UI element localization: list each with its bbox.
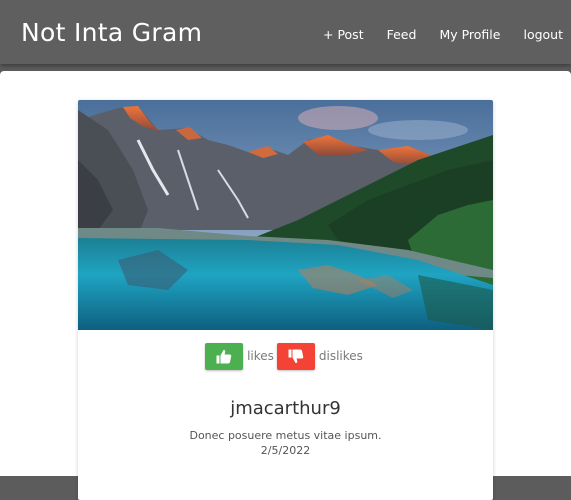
nav-link-my-profile[interactable]: My Profile <box>439 27 500 42</box>
nav-link-feed[interactable]: Feed <box>387 27 417 42</box>
nav-link-post[interactable]: + Post <box>323 27 364 42</box>
thumbs-up-icon <box>216 349 232 363</box>
reactions-bar: likes dislikes <box>78 342 493 370</box>
thumbs-down-icon <box>288 349 304 363</box>
brand-logo[interactable]: Not Inta Gram <box>21 18 202 47</box>
post-image <box>78 100 493 330</box>
nav-link-logout[interactable]: logout <box>523 27 563 42</box>
main-content: likes dislikes jmacarthur9 Donec posuere… <box>0 71 571 500</box>
dislike-button[interactable] <box>276 342 315 370</box>
likes-label: likes <box>247 349 274 363</box>
post-caption: Donec posuere metus vitae ipsum. <box>189 429 382 442</box>
dislikes-label: dislikes <box>318 349 363 363</box>
post-date: 2/5/2022 <box>260 444 311 457</box>
navbar: Not Inta Gram + Post Feed My Profile log… <box>0 0 571 64</box>
like-button[interactable] <box>205 342 244 370</box>
nav-links: + Post Feed My Profile logout <box>323 27 563 42</box>
post-card: likes dislikes jmacarthur9 Donec posuere… <box>78 100 493 500</box>
post-username: jmacarthur9 <box>230 398 341 419</box>
